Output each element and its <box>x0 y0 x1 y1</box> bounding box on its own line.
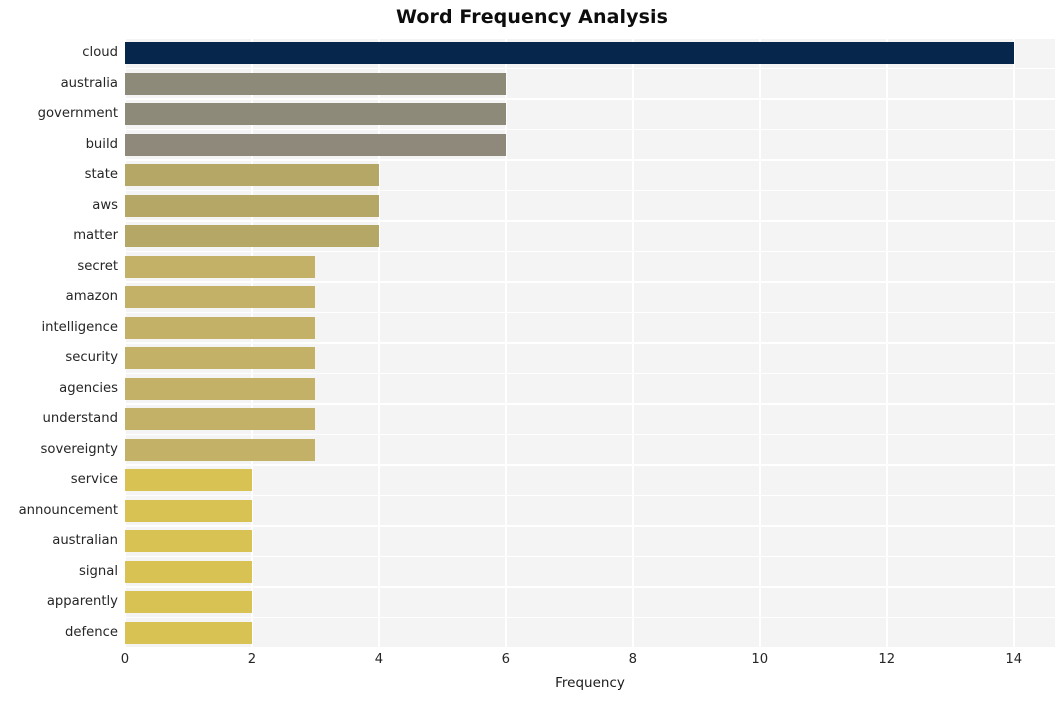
y-axis-tick-label: australian <box>52 533 118 549</box>
y-axis-tick-label: build <box>85 136 118 152</box>
gridline-horizontal <box>125 433 1055 436</box>
bar <box>125 438 316 461</box>
gridline-horizontal <box>125 189 1055 192</box>
gridline-horizontal <box>125 342 1055 344</box>
y-axis-tick-label: apparently <box>46 594 118 610</box>
gridline-horizontal <box>125 555 1055 558</box>
y-axis-tick-label: state <box>84 167 118 183</box>
bar <box>125 286 316 309</box>
bar <box>125 255 316 278</box>
x-axis-tick-labels: 0 2 4 6 8 10 12 14 <box>121 652 1055 674</box>
gridline-horizontal <box>125 67 1055 70</box>
y-axis-tick-label: understand <box>42 411 118 427</box>
bar <box>125 469 252 492</box>
plot-area <box>124 37 1055 649</box>
bar <box>125 560 252 583</box>
y-axis-tick-label: announcement <box>18 502 118 518</box>
bar <box>125 530 252 553</box>
bar <box>125 408 316 431</box>
bar <box>125 347 316 370</box>
y-axis-tick-label: government <box>37 106 118 122</box>
y-axis-tick-label: intelligence <box>41 319 118 335</box>
gridline-horizontal <box>125 647 1055 649</box>
x-axis-tick-label: 2 <box>247 652 257 667</box>
bar <box>125 164 379 187</box>
gridline-horizontal <box>125 220 1055 222</box>
bar <box>125 72 506 95</box>
y-axis-tick-label: australia <box>60 75 118 91</box>
y-axis-tick-label: matter <box>73 228 118 244</box>
x-axis-tick-label: 0 <box>120 652 130 667</box>
y-axis-tick-label: sovereignty <box>40 441 118 457</box>
y-axis-tick-label: agencies <box>59 380 118 396</box>
gridline-horizontal <box>125 464 1055 466</box>
gridline-horizontal <box>125 494 1055 497</box>
x-axis-tick-label: 4 <box>374 652 384 667</box>
bar <box>125 42 1014 65</box>
gridline-horizontal <box>125 586 1055 588</box>
gridline-horizontal <box>125 281 1055 283</box>
bar <box>125 194 379 217</box>
x-axis-tick-label: 14 <box>1005 652 1023 667</box>
gridline-horizontal <box>125 37 1055 39</box>
gridline-horizontal <box>125 128 1055 131</box>
bar <box>125 225 379 248</box>
y-axis-tick-label: cloud <box>82 45 118 61</box>
gridline-horizontal <box>125 403 1055 405</box>
y-axis-tick-label: service <box>70 472 118 488</box>
bar <box>125 621 252 644</box>
gridline-horizontal <box>125 250 1055 253</box>
y-axis-tick-label: signal <box>78 563 118 579</box>
x-axis-tick-label: 6 <box>501 652 511 667</box>
y-axis-tick-label: amazon <box>65 289 118 305</box>
gridline-horizontal <box>125 311 1055 314</box>
y-axis-tick-label: security <box>65 350 118 366</box>
bar <box>125 377 316 400</box>
y-axis-tick-label: defence <box>65 624 118 640</box>
word-frequency-bar-chart: Word Frequency Analysis cloud australia go… <box>0 0 1064 701</box>
gridline-horizontal <box>125 525 1055 527</box>
x-axis-title: Frequency <box>555 675 625 691</box>
bar <box>125 316 316 339</box>
x-axis-tick-label: 8 <box>628 652 638 667</box>
gridline-horizontal <box>125 616 1055 619</box>
bar <box>125 591 252 614</box>
x-axis-tick-label: 12 <box>878 652 896 667</box>
gridline-horizontal <box>125 98 1055 100</box>
y-axis-tick-label: secret <box>77 258 118 274</box>
bar <box>125 133 506 156</box>
bar <box>125 103 506 126</box>
y-axis-tick-labels: cloud australia government build state aws mat… <box>0 38 118 648</box>
chart-title: Word Frequency Analysis <box>395 6 669 28</box>
gridline-horizontal <box>125 159 1055 161</box>
gridline-horizontal <box>125 372 1055 375</box>
x-axis-tick-label: 10 <box>751 652 769 667</box>
y-axis-tick-label: aws <box>92 197 118 213</box>
bar <box>125 499 252 522</box>
